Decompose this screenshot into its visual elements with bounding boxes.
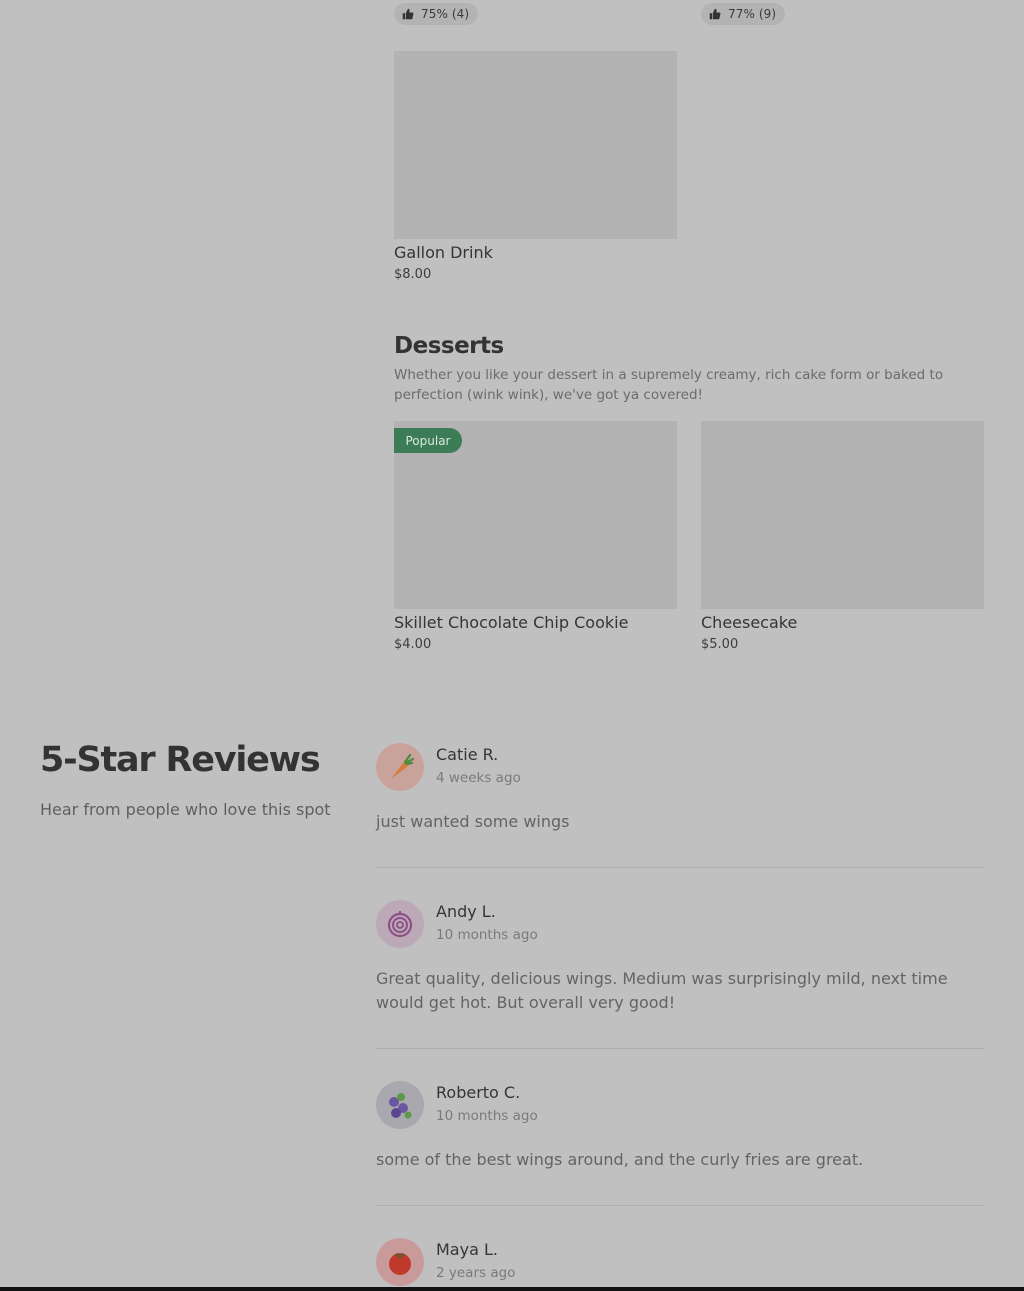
avatar — [376, 1081, 424, 1129]
rating-pill: 75% (4) — [394, 3, 479, 25]
review-text: just wanted some wings — [376, 812, 570, 831]
thumbs-up-icon — [402, 8, 414, 20]
section-title: Desserts — [394, 333, 504, 359]
tomato-icon — [389, 1253, 411, 1275]
reviewer-name: Andy L. — [436, 902, 496, 921]
menu-item-price: $8.00 — [394, 267, 432, 282]
review-time: 10 months ago — [436, 927, 538, 943]
menu-item-image[interactable] — [394, 51, 677, 239]
avatar — [376, 1238, 424, 1286]
divider — [376, 1205, 984, 1206]
review-time: 4 weeks ago — [436, 770, 521, 786]
blueberry-icon — [389, 1093, 412, 1119]
rating-label: 75% (4) — [421, 7, 470, 21]
avatar — [376, 743, 424, 791]
review-text: some of the best wings around, and the c… — [376, 1150, 864, 1169]
divider — [376, 867, 984, 868]
thumbs-up-icon — [709, 8, 721, 20]
menu-item-price: $4.00 — [394, 637, 432, 652]
menu-item-price: $5.00 — [701, 637, 739, 652]
rating-pill: 77% (9) — [701, 3, 786, 25]
review-time: 10 months ago — [436, 1108, 538, 1124]
review-time: 2 years ago — [436, 1265, 516, 1281]
reviewer-name: Roberto C. — [436, 1083, 521, 1102]
menu-item-image[interactable] — [701, 421, 984, 609]
reviews-title: 5-Star Reviews — [40, 740, 321, 780]
rating-label: 77% (9) — [728, 7, 777, 21]
review-text: Great quality, delicious wings. Medium w… — [376, 969, 948, 1012]
popular-badge: Popular — [394, 428, 462, 453]
menu-item-name[interactable]: Gallon Drink — [394, 243, 493, 262]
section-description: Whether you like your dessert in a supre… — [394, 367, 944, 403]
menu-item-name[interactable]: Cheesecake — [701, 613, 797, 632]
reviewer-name: Maya L. — [436, 1240, 498, 1259]
reviews-subtitle: Hear from people who love this spot — [40, 800, 331, 819]
onion-icon — [387, 911, 413, 938]
avatar — [376, 900, 424, 948]
carrot-icon — [391, 753, 415, 779]
menu-item-name[interactable]: Skillet Chocolate Chip Cookie — [394, 613, 628, 632]
reviewer-name: Catie R. — [436, 745, 499, 764]
divider — [376, 1048, 984, 1049]
bottom-bar — [0, 1287, 1024, 1291]
